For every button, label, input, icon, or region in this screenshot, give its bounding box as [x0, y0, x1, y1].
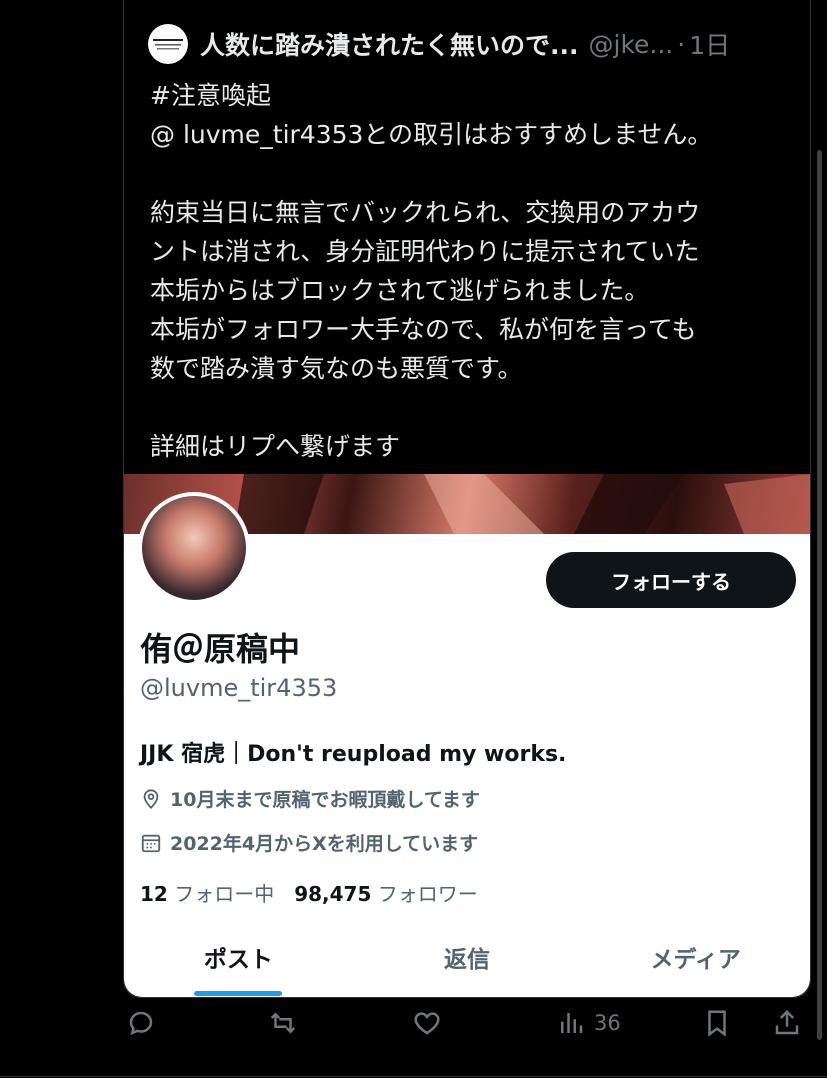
avatar-illustration — [142, 496, 246, 600]
quote-line: 詳細はリプへ繋げます — [150, 432, 401, 461]
views-icon — [561, 1013, 583, 1033]
profile-joined: 2022年4月からXを利用しています — [140, 829, 478, 856]
quote-line: 本垢からはブロックされて逃げられました。 — [150, 276, 650, 305]
followers-count: 98,475 — [294, 882, 372, 906]
profile-handle: @luvme_tir4353 — [140, 674, 338, 702]
followers-label: フォロワー — [377, 882, 478, 906]
profile-display-name: 侑＠原稿中 — [140, 630, 301, 668]
quote-line[interactable]: #注意喚起 — [150, 76, 780, 115]
profile-avatar[interactable] — [138, 492, 250, 604]
quote-timestamp[interactable]: 1日 — [689, 26, 730, 62]
reply-button[interactable] — [126, 1008, 156, 1038]
quote-line: 数で踏み潰す気なのも悪質です。 — [150, 354, 523, 383]
avatar-text-logo-icon — [153, 39, 183, 50]
reply-icon — [129, 1011, 153, 1036]
profile-tabs: ポスト 返信 メディア — [124, 929, 810, 997]
quote-tweet-card[interactable]: 人数に踏み潰されたく無いので... @jke... · 1日 #注意喚起 @ l… — [123, 0, 811, 998]
follow-button[interactable]: フォローする — [546, 552, 796, 608]
quote-author-handle[interactable]: @jke... — [589, 30, 674, 59]
following-label: フォロー中 — [174, 882, 275, 906]
scrollbar[interactable] — [817, 150, 822, 1040]
share-icon — [775, 1009, 799, 1035]
calendar-icon — [141, 834, 161, 852]
tweet-action-bar: 36 — [124, 1008, 814, 1054]
following-stat[interactable]: 12 フォロー中 — [140, 878, 274, 907]
bookmark-icon — [708, 1010, 726, 1037]
profile-bio: JJK 宿虎｜Don't reupload my works. — [140, 742, 567, 767]
profile-stats: 12 フォロー中 98,475 フォロワー — [140, 878, 478, 907]
profile-location-text: 10月末まで原稿でお暇頂戴してます — [170, 789, 480, 811]
profile-location: 10月末まで原稿でお暇頂戴してます — [140, 785, 480, 812]
retweet-icon — [270, 1012, 296, 1034]
views-button[interactable]: 36 — [556, 1008, 621, 1038]
screen: 人数に踏み潰されたく無いので... @jke... · 1日 #注意喚起 @ l… — [0, 0, 827, 1078]
retweet-button[interactable] — [268, 1008, 298, 1038]
divider — [0, 1076, 827, 1077]
quote-author-avatar[interactable] — [148, 24, 188, 64]
quote-line: 本垢がフォロワー大手なので、私が何を言っても — [150, 315, 697, 344]
tab-media[interactable]: メディア — [581, 929, 810, 997]
following-count: 12 — [140, 882, 168, 906]
quote-text: #注意喚起 @ luvme_tir4353との取引はおすすめしません。 約束当日… — [150, 76, 780, 466]
location-pin-icon — [143, 788, 159, 809]
like-button[interactable] — [412, 1008, 442, 1038]
quote-line[interactable]: @ luvme_tir4353との取引はおすすめしません。 — [150, 115, 780, 154]
tab-replies[interactable]: 返信 — [353, 929, 582, 997]
quote-line: 約束当日に無言でバックれられ、交換用のアカウ — [150, 198, 701, 227]
profile-joined-text: 2022年4月からXを利用しています — [170, 833, 479, 855]
quote-line: ントは消され、身分証明代わりに提示されていた — [150, 237, 700, 266]
profile-screenshot-image[interactable]: フォローする 侑＠原稿中 @luvme_tir4353 JJK 宿虎｜Don't… — [124, 474, 810, 997]
quote-author-name[interactable]: 人数に踏み潰されたく無いので... — [200, 26, 579, 62]
tab-posts[interactable]: ポスト — [124, 929, 353, 997]
bookmark-button[interactable] — [702, 1008, 732, 1038]
heart-icon — [414, 1012, 440, 1035]
followers-stat[interactable]: 98,475 フォロワー — [294, 878, 478, 907]
views-count: 36 — [594, 1011, 621, 1035]
quote-header: 人数に踏み潰されたく無いので... @jke... · 1日 — [148, 22, 786, 66]
share-button[interactable] — [772, 1008, 802, 1038]
quote-separator: · — [677, 29, 686, 59]
